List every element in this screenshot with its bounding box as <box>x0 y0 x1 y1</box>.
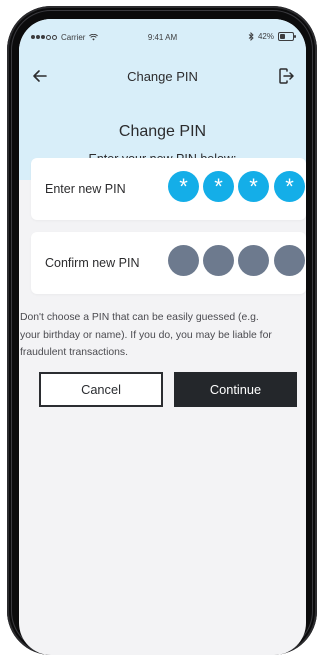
confirm-pin-digit-3[interactable] <box>238 245 269 276</box>
new-pin-digit-3[interactable]: * <box>238 171 269 202</box>
confirm-pin-card[interactable]: Confirm new PIN <box>31 232 306 294</box>
new-pin-label: Enter new PIN <box>45 182 126 196</box>
confirm-pin-label: Confirm new PIN <box>45 256 140 270</box>
battery-icon <box>278 32 296 41</box>
new-pin-digit-1[interactable]: * <box>168 171 199 202</box>
confirm-pin-digit-1[interactable] <box>168 245 199 276</box>
new-pin-digit-4[interactable]: * <box>274 171 305 202</box>
top-nav: Change PIN <box>19 55 306 89</box>
new-pin-digit-2[interactable]: * <box>203 171 234 202</box>
pin-warning-text: Don't choose a PIN that can be easily gu… <box>20 312 272 358</box>
logout-icon <box>279 68 294 84</box>
nav-title: Change PIN <box>127 69 198 84</box>
cancel-button[interactable]: Cancel <box>39 372 163 407</box>
status-right: 42% <box>248 32 296 41</box>
logout-button[interactable] <box>277 67 295 85</box>
bluetooth-icon <box>248 32 254 41</box>
status-bar: Carrier 9:41 AM 42% <box>19 19 306 55</box>
page-title: Change PIN <box>118 123 207 140</box>
continue-button[interactable]: Continue <box>174 372 297 407</box>
new-pin-card[interactable]: Enter new PIN * * * * <box>31 158 306 220</box>
battery-percent: 42% <box>257 32 274 41</box>
battery-level <box>280 34 285 39</box>
confirm-pin-digit-4[interactable] <box>274 245 305 276</box>
confirm-pin-digit-2[interactable] <box>203 245 234 276</box>
